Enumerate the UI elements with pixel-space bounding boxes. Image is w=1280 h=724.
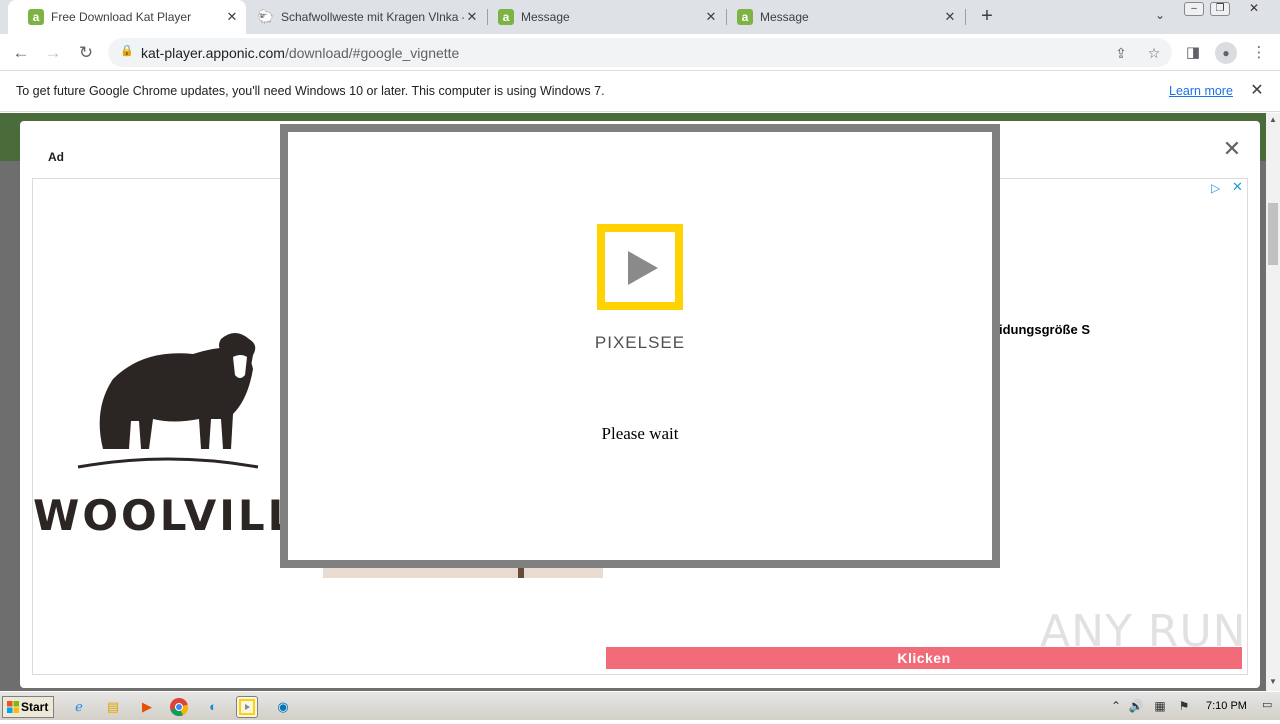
tab-close-icon[interactable]: ✕: [703, 9, 719, 25]
windows-flag-icon: [7, 701, 19, 713]
tab-separator: [726, 9, 727, 25]
tab-message-1[interactable]: a Message ✕: [490, 0, 725, 34]
scroll-thumb[interactable]: [1268, 203, 1278, 265]
profile-avatar-icon[interactable]: ●: [1215, 42, 1237, 64]
browser-toolbar: ← → ↻ 🔒 kat-player.apponic.com/download/…: [0, 34, 1280, 71]
back-arrow-icon[interactable]: ←: [8, 40, 34, 66]
start-button[interactable]: Start: [2, 696, 54, 718]
tab-close-icon[interactable]: ✕: [942, 9, 958, 25]
apponic-favicon-icon: a: [498, 9, 514, 25]
sheep-favicon-icon: 🐑: [257, 9, 275, 24]
tab-title: Message: [521, 10, 570, 24]
apponic-favicon-icon: a: [737, 9, 753, 25]
tab-title: Message: [760, 10, 809, 24]
learn-more-link[interactable]: Learn more: [1169, 84, 1233, 98]
infobar-message: To get future Google Chrome updates, you…: [16, 84, 605, 98]
show-hidden-icons-icon[interactable]: ⌃: [1108, 698, 1124, 714]
volume-icon[interactable]: 🔊: [1128, 698, 1144, 714]
file-explorer-icon[interactable]: ▤: [102, 696, 124, 718]
window-close-button[interactable]: ✕: [1244, 2, 1264, 16]
apponic-favicon-icon: a: [28, 9, 44, 25]
scroll-up-arrow-icon[interactable]: ▲: [1266, 115, 1280, 127]
lock-icon[interactable]: 🔒: [120, 44, 134, 60]
edge-icon[interactable]: ◐: [202, 696, 224, 718]
update-infobar: To get future Google Chrome updates, you…: [0, 72, 1280, 112]
tab-close-icon[interactable]: ✕: [224, 9, 240, 25]
action-center-flag-icon[interactable]: ⚑: [1176, 698, 1192, 714]
anyrun-watermark: ANY RUN: [1040, 606, 1247, 657]
tab-title: Free Download Kat Player: [51, 10, 192, 24]
scroll-down-arrow-icon[interactable]: ▼: [1266, 677, 1280, 689]
start-label: Start: [21, 700, 49, 714]
restore-button[interactable]: ❐: [1210, 2, 1230, 16]
page-scrollbar[interactable]: ▲ ▼: [1266, 113, 1280, 691]
app-taskbar-icon[interactable]: ◉: [272, 696, 294, 718]
ad-dismiss-icon[interactable]: ✕: [1232, 179, 1243, 195]
chrome-icon[interactable]: [168, 696, 190, 718]
network-icon[interactable]: ▦: [1152, 698, 1168, 714]
url-path: /download/#google_vignette: [284, 45, 460, 61]
tab-separator: [487, 9, 488, 25]
tab-message-2[interactable]: a Message ✕: [729, 0, 964, 34]
side-panel-icon[interactable]: ◨: [1181, 41, 1205, 65]
ad-label: Ad: [48, 150, 64, 164]
pixelsee-play-logo-icon: [597, 224, 683, 310]
pixelsee-brand-name: PIXELSEE: [594, 333, 686, 352]
windows-taskbar: Start ℯ ▤ ▶ ◐ ◉ ⌃ 🔊 ▦ ⚑ 7:10 PM ▭: [0, 691, 1280, 720]
bookmark-star-icon[interactable]: ☆: [1144, 43, 1164, 63]
reload-icon[interactable]: ↻: [73, 40, 99, 66]
url-text[interactable]: kat-player.apponic.com/download/#google_…: [141, 45, 459, 61]
url-host: kat-player.apponic.com: [141, 45, 285, 61]
minimize-button[interactable]: –: [1184, 2, 1204, 16]
pixelsee-loading-dialog: PIXELSEE Please wait: [280, 124, 1000, 568]
tab-kat-player[interactable]: a Free Download Kat Player ✕: [8, 0, 246, 34]
tab-close-icon[interactable]: ✕: [464, 9, 480, 25]
brand-name: WOOLVILL: [33, 491, 298, 540]
infobar-close-icon[interactable]: ✕: [1248, 82, 1266, 100]
taskbar-clock[interactable]: 7:10 PM: [1206, 700, 1247, 712]
internet-explorer-icon[interactable]: ℯ: [68, 696, 90, 718]
address-bar[interactable]: 🔒 kat-player.apponic.com/download/#googl…: [108, 38, 1172, 67]
please-wait-message: Please wait: [601, 424, 679, 443]
media-player-icon[interactable]: ▶: [136, 696, 158, 718]
forward-arrow-icon[interactable]: →: [40, 40, 66, 66]
notification-icon[interactable]: ▭: [1262, 698, 1276, 714]
tab-strip: a Free Download Kat Player ✕ 🐑 Schafwoll…: [0, 0, 1280, 34]
menu-kebab-icon[interactable]: ⋮: [1247, 41, 1271, 65]
pixelsee-taskbar-icon[interactable]: [236, 696, 258, 718]
adchoices-icon[interactable]: ▷: [1211, 181, 1220, 195]
tab-title: Schafwollweste mit Kragen Vlnka - W: [281, 10, 464, 24]
ad-close-icon[interactable]: ✕: [1220, 137, 1244, 161]
product-title: idungsgröße S: [999, 322, 1090, 337]
tab-schafwollweste[interactable]: 🐑 Schafwollweste mit Kragen Vlnka - W ✕: [250, 0, 486, 34]
share-icon[interactable]: ⇪: [1111, 43, 1131, 63]
tab-separator: [965, 9, 966, 25]
tab-search-chevron-icon[interactable]: ⌄: [1150, 8, 1170, 26]
sheep-logo-icon: [77, 333, 259, 469]
system-tray: ⌃ 🔊 ▦ ⚑ 7:10 PM ▭: [1104, 695, 1278, 719]
new-tab-button[interactable]: +: [976, 5, 998, 27]
